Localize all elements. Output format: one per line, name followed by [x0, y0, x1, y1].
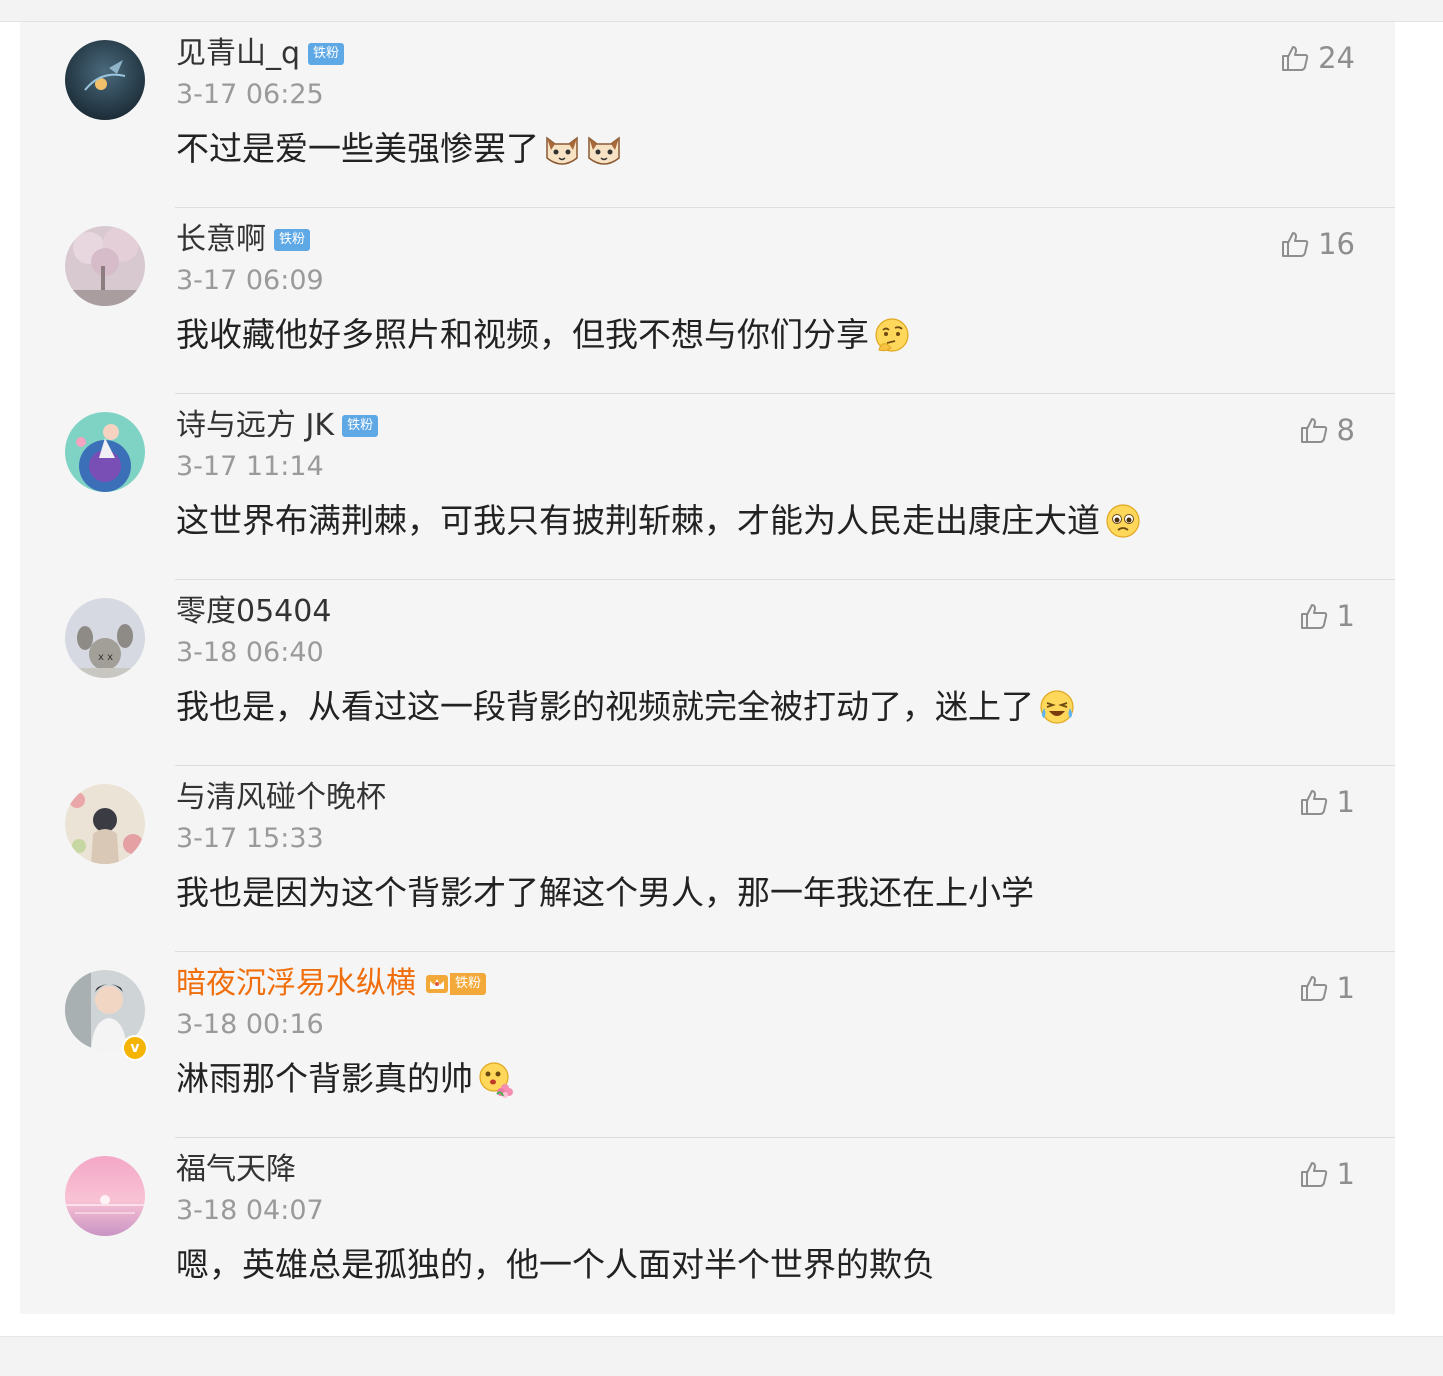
username[interactable]: 见青山_q	[176, 34, 300, 74]
username[interactable]: 零度05404	[176, 592, 331, 632]
like-count: 1	[1336, 971, 1355, 1005]
top-strip	[0, 0, 1443, 22]
avatar[interactable]	[65, 226, 145, 306]
name-row: 诗与远方 JK 铁粉	[176, 406, 379, 446]
cat-face-icon	[588, 136, 620, 165]
crown-icon	[426, 975, 448, 993]
username[interactable]: 暗夜沉浮易水纵横	[176, 964, 416, 1004]
comment-text: 我收藏他好多照片和视频，但我不想与你们分享	[176, 315, 869, 354]
laughing-crying-face-icon	[1040, 690, 1074, 724]
fan-badge: 铁粉	[308, 43, 345, 65]
comment-item: 见青山_q 铁粉 3-17 06:25 不过是爱一些美强惨罢了 24	[20, 22, 1395, 208]
comment-item: 诗与远方 JK 铁粉 3-17 11:14 这世界布满荆棘，可我只有披荆斩棘，才…	[20, 394, 1395, 580]
comment-item: x x 零度05404 3-18 06:40 我也是，从看过这一段背影的视频就完…	[20, 580, 1395, 766]
thumbs-up-icon	[1300, 418, 1327, 443]
thumbs-up-icon	[1282, 46, 1309, 71]
comment-list: 见青山_q 铁粉 3-17 06:25 不过是爱一些美强惨罢了 24 长意啊 铁…	[20, 22, 1395, 1314]
avatar[interactable]	[65, 784, 145, 864]
avatar[interactable]	[65, 412, 145, 492]
comment-time: 3-17 06:09	[176, 265, 324, 296]
like-button[interactable]: 1	[1299, 1156, 1355, 1192]
comment-text-row: 不过是爱一些美强惨罢了	[176, 126, 623, 172]
fan-badge: 铁粉	[342, 415, 379, 437]
username[interactable]: 与清风碰个晚杯	[176, 778, 386, 818]
username[interactable]: 诗与远方 JK	[176, 406, 334, 446]
comment-time: 3-17 06:25	[176, 79, 324, 110]
like-count: 1	[1336, 1157, 1355, 1191]
fan-badge: 铁粉	[274, 229, 311, 251]
name-row: 与清风碰个晚杯	[176, 778, 386, 818]
comment-text: 淋雨那个背影真的帅	[176, 1059, 473, 1098]
comment-text-row: 淋雨那个背影真的帅	[176, 1056, 515, 1102]
comment-time: 3-18 00:16	[176, 1009, 324, 1040]
name-row: 福气天降	[176, 1150, 296, 1190]
thumbs-up-icon	[1300, 1162, 1327, 1187]
name-row: 长意啊 铁粉	[176, 220, 311, 260]
thumbs-up-icon	[1282, 232, 1309, 257]
thumbs-up-icon	[1300, 976, 1327, 1001]
like-button[interactable]: 1	[1299, 784, 1355, 820]
fan-badge: 铁粉	[450, 973, 487, 995]
comment-text-row: 这世界布满荆棘，可我只有披荆斩棘，才能为人民走出康庄大道	[176, 498, 1142, 544]
comment-text: 我也是，从看过这一段背影的视频就完全被打动了，迷上了	[176, 687, 1034, 726]
comment-text-row: 我也是，从看过这一段背影的视频就完全被打动了，迷上了	[176, 684, 1076, 730]
username[interactable]: 福气天降	[176, 1150, 296, 1190]
comment-text-row: 我收藏他好多照片和视频，但我不想与你们分享	[176, 312, 911, 358]
like-button[interactable]: 1	[1299, 598, 1355, 634]
comment-text: 不过是爱一些美强惨罢了	[176, 129, 539, 168]
like-count: 1	[1336, 785, 1355, 819]
comment-item: 长意啊 铁粉 3-17 06:09 我收藏他好多照片和视频，但我不想与你们分享 …	[20, 208, 1395, 394]
like-count: 1	[1336, 599, 1355, 633]
comment-text: 这世界布满荆棘，可我只有披荆斩棘，才能为人民走出康庄大道	[176, 501, 1100, 540]
like-button[interactable]: 1	[1299, 970, 1355, 1006]
avatar[interactable]: x x	[65, 598, 145, 678]
comment-text: 我也是因为这个背影才了解这个男人，那一年我还在上小学	[176, 873, 1034, 912]
comment-text: 嗯，英雄总是孤独的，他一个人面对半个世界的欺负	[176, 1245, 935, 1284]
bottom-strip	[0, 1336, 1443, 1376]
thumbs-up-icon	[1300, 790, 1327, 815]
name-row: 零度05404	[176, 592, 331, 632]
thinking-face-icon	[875, 318, 909, 352]
svg-text:x x: x x	[98, 652, 113, 663]
comment-time: 3-18 06:40	[176, 637, 324, 668]
comment-time: 3-17 15:33	[176, 823, 324, 854]
comment-item: 与清风碰个晚杯 3-17 15:33 我也是因为这个背影才了解这个男人，那一年我…	[20, 766, 1395, 952]
flower-face-icon	[479, 1062, 513, 1098]
pleading-face-icon	[1106, 504, 1140, 538]
name-row: 暗夜沉浮易水纵横 铁粉	[176, 964, 487, 1004]
comment-time: 3-17 11:14	[176, 451, 324, 482]
avatar[interactable]	[65, 40, 145, 120]
like-button[interactable]: 24	[1280, 40, 1355, 76]
comment-time: 3-18 04:07	[176, 1195, 324, 1226]
like-count: 24	[1318, 41, 1355, 75]
username[interactable]: 长意啊	[176, 220, 266, 260]
name-row: 见青山_q 铁粉	[176, 34, 345, 74]
verified-icon: v	[122, 1035, 148, 1061]
comment-item: 福气天降 3-18 04:07 嗯，英雄总是孤独的，他一个人面对半个世界的欺负 …	[20, 1138, 1395, 1324]
comment-text-row: 我也是因为这个背影才了解这个男人，那一年我还在上小学	[176, 870, 1034, 916]
thumbs-up-icon	[1300, 604, 1327, 629]
cat-face-icon	[546, 136, 578, 165]
comment-text-row: 嗯，英雄总是孤独的，他一个人面对半个世界的欺负	[176, 1242, 935, 1288]
like-button[interactable]: 16	[1280, 226, 1355, 262]
comment-item: v 暗夜沉浮易水纵横 铁粉 3-18 00:16 淋雨那个背影真的帅 1	[20, 952, 1395, 1138]
like-button[interactable]: 8	[1299, 412, 1355, 448]
like-count: 8	[1336, 413, 1355, 447]
avatar[interactable]	[65, 1156, 145, 1236]
like-count: 16	[1318, 227, 1355, 261]
